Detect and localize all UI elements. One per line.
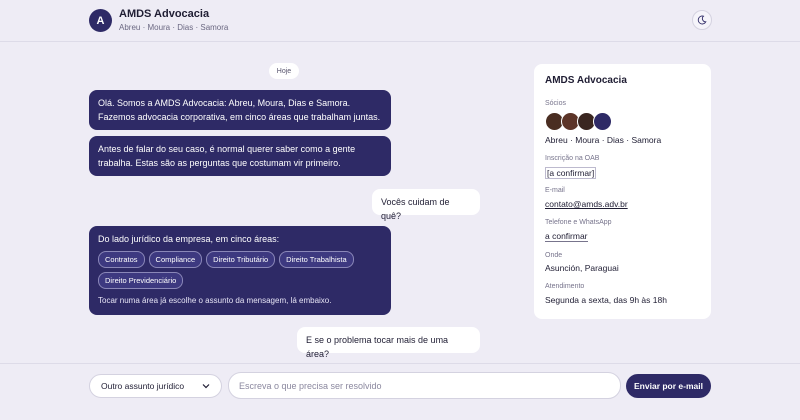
send-email-button[interactable]: Enviar por e-mail: [626, 374, 711, 398]
card-title: AMDS Advocacia: [545, 75, 627, 86]
firm-info-card: AMDS Advocacia Sócios Abreu · Moura · Di…: [534, 64, 711, 319]
chip-compliance[interactable]: Compliance: [148, 251, 203, 268]
chip-direito-previdenciario[interactable]: Direito Previdenciário: [98, 272, 184, 289]
hours-value: Segunda a sexta, das 9h às 18h: [545, 295, 667, 305]
user-message: Vocês cuidam de quê?: [372, 189, 480, 221]
app-header: A AMDS Advocacia Abreu · Moura · Dias · …: [0, 0, 800, 42]
phone-label: Telefone e WhatsApp: [545, 219, 612, 226]
bot-message: Antes de falar do seu caso, é normal que…: [89, 136, 391, 176]
brand-subtitle: Abreu · Moura · Dias · Samora: [119, 23, 229, 32]
topic-select[interactable]: Outro assunto jurídico: [89, 374, 222, 398]
bot-message: Olá. Somos a AMDS Advocacia: Abreu, Mour…: [89, 90, 391, 130]
hours-label: Atendimento: [545, 283, 585, 290]
chip-direito-tributario[interactable]: Direito Tributário: [206, 251, 276, 268]
partners-label: Sócios: [545, 100, 567, 107]
theme-toggle-button[interactable]: [692, 10, 712, 30]
chip-direito-trabalhista[interactable]: Direito Trabalhista: [279, 251, 354, 268]
chevron-down-icon: [202, 384, 210, 389]
chip-contratos[interactable]: Contratos: [98, 251, 145, 268]
phone-value: a confirmar: [545, 231, 588, 242]
location-label: Onde: [545, 252, 563, 259]
date-chip: Hoje: [269, 63, 299, 79]
composer-bar: Outro assunto jurídico Enviar por e-mail: [0, 363, 800, 420]
partners-value: Abreu · Moura · Dias · Samora: [545, 135, 662, 145]
bot-message: Do lado jurídico da empresa, em cinco ár…: [89, 226, 391, 315]
email-link[interactable]: contato@amds.adv.br: [545, 199, 628, 209]
message-input[interactable]: [228, 372, 621, 399]
moon-icon: [697, 15, 707, 25]
oab-value: [a confirmar]: [545, 167, 597, 179]
area-chips: Contratos Compliance Direito Tributário …: [98, 251, 382, 289]
location-value: Asunción, Paraguai: [545, 263, 619, 273]
email-label: E-mail: [545, 187, 565, 194]
avatar: [593, 112, 612, 131]
chips-hint: Tocar numa área já escolhe o assunto da …: [98, 296, 332, 305]
user-message: E se o problema tocar mais de uma área?: [297, 327, 480, 359]
brand-title: AMDS Advocacia: [119, 8, 210, 20]
oab-label: Inscrição na OAB: [545, 155, 600, 162]
partner-avatars: [545, 112, 612, 131]
topic-select-value: Outro assunto jurídico: [101, 381, 185, 391]
logo-avatar: A: [89, 9, 112, 32]
